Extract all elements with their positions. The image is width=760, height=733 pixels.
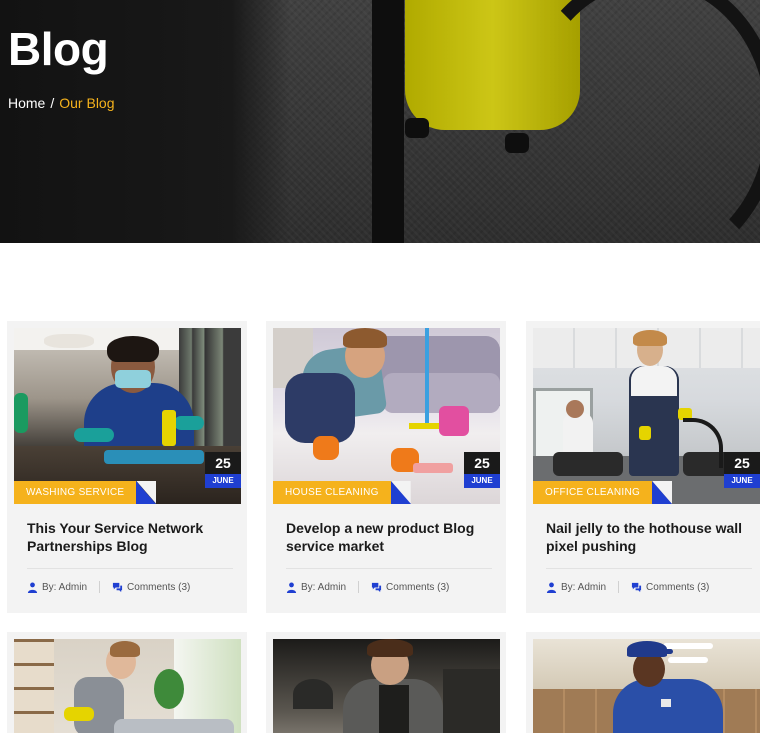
blog-card[interactable]: 25 JUNE WASHING SERVICE This Your Servic… (7, 321, 247, 613)
divider (546, 568, 752, 569)
post-title[interactable]: This Your Service Network Partnerships B… (27, 519, 232, 555)
post-title[interactable]: Develop a new product Blog service marke… (286, 519, 491, 555)
post-comments-link[interactable]: Comments (3) (127, 582, 190, 593)
post-date: 25 JUNE (724, 452, 760, 488)
breadcrumb-current: Our Blog (59, 95, 115, 111)
post-date-day: 25 (724, 452, 760, 474)
page-title: Blog (8, 23, 109, 75)
breadcrumb: Home / Our Blog (8, 95, 115, 111)
comments-icon (371, 582, 382, 592)
user-icon (27, 582, 38, 593)
blog-card[interactable] (7, 632, 247, 733)
breadcrumb-separator: / (50, 95, 55, 111)
post-title[interactable]: Nail jelly to the hothouse wall pixel pu… (546, 519, 751, 555)
user-icon (286, 582, 297, 593)
post-category-tag[interactable]: HOUSE CLEANING (273, 481, 411, 504)
divider (27, 568, 233, 569)
post-author-link[interactable]: By: Admin (561, 582, 606, 593)
post-author-link[interactable]: By: Admin (301, 582, 346, 593)
comments-icon (112, 582, 123, 592)
post-comments-link[interactable]: Comments (3) (386, 582, 449, 593)
blog-card[interactable] (526, 632, 760, 733)
page-hero: Blog Home / Our Blog (0, 0, 760, 243)
post-image-woman-cleaning-living-room[interactable] (14, 639, 241, 733)
blog-card[interactable]: 25 JUNE HOUSE CLEANING Develop a new pro… (266, 321, 506, 613)
post-date-month: JUNE (205, 474, 241, 488)
divider (286, 568, 492, 569)
post-image-man-cleaning-table[interactable] (273, 639, 500, 733)
post-date: 25 JUNE (464, 452, 500, 488)
post-meta: By: Admin Comments (3) (27, 581, 190, 593)
post-author-link[interactable]: By: Admin (42, 582, 87, 593)
post-date-month: JUNE (724, 474, 760, 488)
post-date: 25 JUNE (205, 452, 241, 488)
blog-card[interactable]: 25 JUNE OFFICE CLEANING Nail jelly to th… (526, 321, 760, 613)
post-category-tag[interactable]: WASHING SERVICE (14, 481, 157, 504)
comments-icon (631, 582, 642, 592)
user-icon (546, 582, 557, 593)
post-comments-link[interactable]: Comments (3) (646, 582, 709, 593)
post-meta: By: Admin Comments (3) (286, 581, 449, 593)
post-image-worker-in-cap[interactable] (533, 639, 760, 733)
blog-card[interactable] (266, 632, 506, 733)
post-date-month: JUNE (464, 474, 500, 488)
post-meta: By: Admin Comments (3) (546, 581, 709, 593)
post-date-day: 25 (205, 452, 241, 474)
post-category-tag[interactable]: OFFICE CLEANING (533, 481, 673, 504)
post-date-day: 25 (464, 452, 500, 474)
breadcrumb-home-link[interactable]: Home (8, 95, 45, 111)
